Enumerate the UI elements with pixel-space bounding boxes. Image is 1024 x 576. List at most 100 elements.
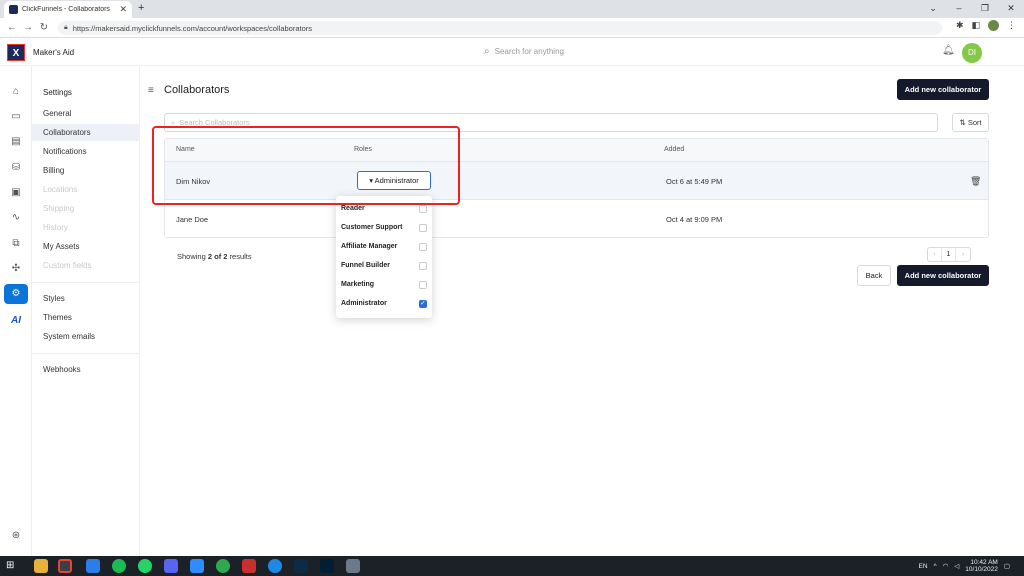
role-checkbox[interactable] bbox=[419, 242, 427, 251]
sidepanel-icon[interactable]: ◧ bbox=[971, 20, 980, 31]
lightroom-icon[interactable] bbox=[294, 559, 308, 573]
sidebar-item-locations: Locations bbox=[43, 185, 78, 194]
add-collaborator-button-bottom[interactable]: Add new collaborator bbox=[897, 265, 989, 286]
added-date: Oct 6 at 5:49 PM bbox=[666, 177, 723, 186]
sidebar-item-history: History bbox=[43, 223, 68, 232]
role-checkbox[interactable] bbox=[419, 261, 427, 270]
sidebar-item-themes[interactable]: Themes bbox=[32, 309, 140, 326]
extensions-icon[interactable]: ✱ bbox=[956, 20, 964, 31]
home-icon[interactable]: ⌂ bbox=[8, 85, 24, 99]
language-indicator[interactable]: EN bbox=[919, 563, 928, 570]
role-option-label: Marketing bbox=[341, 281, 375, 288]
forward-arrow-icon[interactable]: → bbox=[20, 22, 36, 33]
discord-icon[interactable] bbox=[164, 559, 178, 573]
sort-icon: ⇅ bbox=[959, 118, 966, 127]
new-tab-button[interactable]: + bbox=[138, 2, 144, 14]
clickfunnels-favicon-icon bbox=[9, 5, 18, 14]
funnels-icon[interactable]: ▭ bbox=[8, 110, 24, 124]
app-icon[interactable] bbox=[216, 559, 230, 573]
settings-sidebar: Settings General Collaborators Notificat… bbox=[32, 66, 140, 556]
sort-label: Sort bbox=[967, 118, 982, 127]
omnibox[interactable]: 🔒︎ https://makersaid.myclickfunnels.com/… bbox=[58, 21, 942, 35]
back-arrow-icon[interactable]: ← bbox=[4, 22, 20, 33]
back-button[interactable]: Back bbox=[857, 265, 891, 286]
workspace-name[interactable]: Maker's Aid bbox=[33, 48, 74, 57]
contacts-icon[interactable]: ▣ bbox=[8, 186, 24, 200]
sidebar-item-system-emails[interactable]: System emails bbox=[32, 328, 140, 345]
app-icon[interactable] bbox=[268, 559, 282, 573]
clock-time: 10:42 AM bbox=[970, 559, 998, 566]
photoshop-icon[interactable] bbox=[320, 559, 334, 573]
marketing-icon[interactable]: ✣ bbox=[8, 262, 24, 276]
role-option-administrator[interactable]: Administrator ✓ bbox=[336, 294, 432, 313]
file-explorer-icon[interactable] bbox=[34, 559, 48, 573]
role-option-funnel-builder[interactable]: Funnel Builder bbox=[336, 256, 432, 275]
prev-page-icon[interactable]: ‹ bbox=[928, 248, 942, 261]
browser-tab[interactable]: ClickFunnels - Collaborators ✕ bbox=[4, 1, 132, 18]
system-tray: EN ^ ◠ ◁ 10:42 AM 10/10/2022 ▢ bbox=[919, 559, 1010, 573]
pages-icon[interactable]: ▤ bbox=[8, 135, 24, 149]
clickfunnels-logo[interactable]: X bbox=[7, 44, 25, 61]
browser-menu-icon[interactable]: ⋮ bbox=[1007, 20, 1016, 31]
browser-extensions: ✱ ◧ ⋮ bbox=[956, 20, 1016, 31]
role-option-customer-support[interactable]: Customer Support bbox=[336, 218, 432, 237]
page-number[interactable]: 1 bbox=[942, 248, 956, 261]
sidebar-item-collaborators[interactable]: Collaborators bbox=[32, 124, 140, 141]
whatsapp-icon[interactable] bbox=[138, 559, 152, 573]
sidebar-item-shipping: Shipping bbox=[43, 204, 75, 213]
url-text: https://makersaid.myclickfunnels.com/acc… bbox=[72, 23, 312, 33]
sidebar-item-general[interactable]: General bbox=[32, 105, 140, 122]
table-row[interactable]: Jane Doe Oct 4 at 9:09 PM bbox=[165, 200, 988, 238]
notifications-bell-icon[interactable]: 🔔︎ bbox=[942, 45, 955, 56]
window-controls: ⌄ – ❐ ✕ bbox=[920, 0, 1024, 18]
windows-start-icon[interactable]: ⊞ bbox=[6, 559, 20, 573]
profile-avatar-icon[interactable] bbox=[988, 20, 999, 31]
sort-button[interactable]: ⇅ Sort bbox=[952, 113, 989, 132]
role-option-marketing[interactable]: Marketing bbox=[336, 275, 432, 294]
chrome-icon[interactable] bbox=[58, 559, 72, 573]
zoom-icon[interactable] bbox=[190, 559, 204, 573]
role-option-affiliate-manager[interactable]: Affiliate Manager bbox=[336, 237, 432, 256]
column-header-added[interactable]: Added bbox=[664, 146, 684, 153]
role-checkbox[interactable] bbox=[419, 223, 427, 232]
app-icon[interactable] bbox=[346, 559, 360, 573]
role-checkbox-checked[interactable]: ✓ bbox=[419, 299, 427, 308]
help-icon[interactable]: ⊛ bbox=[8, 529, 24, 543]
add-collaborator-button[interactable]: Add new collaborator bbox=[897, 79, 989, 100]
restore-icon[interactable]: ❐ bbox=[972, 0, 998, 18]
tab-search-icon[interactable]: ⌄ bbox=[920, 0, 946, 18]
role-checkbox[interactable] bbox=[419, 280, 427, 289]
annotation-highlight-box bbox=[152, 126, 460, 205]
sidebar-item-notifications[interactable]: Notifications bbox=[32, 143, 140, 160]
minimize-icon[interactable]: – bbox=[946, 0, 972, 18]
store-icon[interactable]: ⛁ bbox=[8, 161, 24, 175]
collaborator-name: Jane Doe bbox=[176, 215, 209, 224]
global-search[interactable]: ⌕ Search for anything bbox=[484, 46, 564, 57]
trash-icon[interactable]: 🗑︎ bbox=[970, 176, 981, 187]
settings-gear-icon[interactable]: ⚙ bbox=[4, 284, 28, 304]
tray-chevron-icon[interactable]: ^ bbox=[934, 563, 937, 570]
app-icon[interactable] bbox=[86, 559, 100, 573]
ai-icon[interactable]: AI bbox=[8, 314, 24, 328]
reload-icon[interactable]: ↻ bbox=[36, 22, 52, 33]
sidebar-item-my-assets[interactable]: My Assets bbox=[32, 238, 140, 255]
automation-icon[interactable]: ⧉ bbox=[8, 237, 24, 251]
spotify-icon[interactable] bbox=[112, 559, 126, 573]
user-avatar[interactable]: DI bbox=[962, 43, 982, 63]
page-title: Collaborators bbox=[164, 84, 230, 96]
close-window-icon[interactable]: ✕ bbox=[998, 0, 1024, 18]
filezilla-icon[interactable] bbox=[242, 559, 256, 573]
next-page-icon[interactable]: › bbox=[956, 248, 970, 261]
clock[interactable]: 10:42 AM 10/10/2022 bbox=[965, 559, 998, 573]
volume-icon[interactable]: ◁ bbox=[954, 562, 959, 570]
sidebar-item-webhooks[interactable]: Webhooks bbox=[32, 361, 140, 378]
sidebar-item-styles[interactable]: Styles bbox=[32, 290, 140, 307]
wifi-icon[interactable]: ◠ bbox=[943, 562, 949, 570]
global-search-placeholder: Search for anything bbox=[494, 47, 564, 56]
notification-center-icon[interactable]: ▢ bbox=[1004, 562, 1010, 570]
sidebar-item-billing[interactable]: Billing bbox=[32, 162, 140, 179]
role-checkbox[interactable] bbox=[419, 204, 427, 213]
analytics-icon[interactable]: ∿ bbox=[8, 211, 24, 225]
tab-close-icon[interactable]: ✕ bbox=[119, 4, 127, 15]
hamburger-menu-icon[interactable]: ≡ bbox=[148, 85, 154, 96]
